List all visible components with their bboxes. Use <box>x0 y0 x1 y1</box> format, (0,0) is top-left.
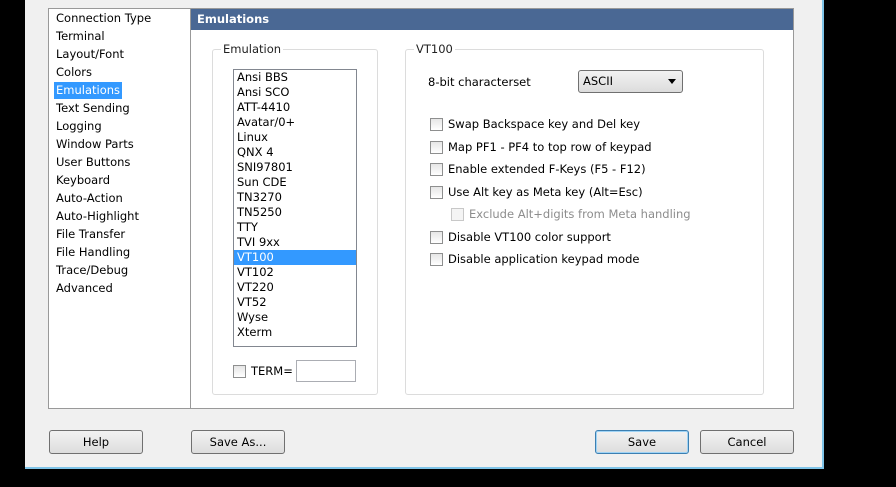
help-button[interactable]: Help <box>49 430 143 454</box>
option-label: Swap Backspace key and Del key <box>448 117 641 131</box>
nav-item[interactable]: Trace/Debug <box>54 262 130 279</box>
option-label: Enable extended F-Keys (F5 - F12) <box>448 162 646 176</box>
nav-item[interactable]: Window Parts <box>54 136 136 153</box>
option-checkbox[interactable]: Disable application keypad mode <box>430 252 639 266</box>
option-label: Map PF1 - PF4 to top row of keypad <box>448 140 652 154</box>
checkbox-box[interactable] <box>430 163 443 176</box>
charset-label: 8-bit characterset <box>428 75 531 89</box>
option-checkbox[interactable]: Enable extended F-Keys (F5 - F12) <box>430 162 646 176</box>
checkbox-box[interactable] <box>430 186 443 199</box>
emulation-item[interactable]: ATT-4410 <box>234 100 356 115</box>
emulation-item[interactable]: VT220 <box>234 280 356 295</box>
emulation-item[interactable]: Wyse <box>234 310 356 325</box>
checkbox-box[interactable] <box>430 231 443 244</box>
option-checkbox[interactable]: Map PF1 - PF4 to top row of keypad <box>430 140 652 154</box>
emulation-item[interactable]: VT52 <box>234 295 356 310</box>
emulation-item[interactable]: SNI97801 <box>234 160 356 175</box>
option-checkbox[interactable]: Disable VT100 color support <box>430 230 611 244</box>
emulation-item[interactable]: TN5250 <box>234 205 356 220</box>
emulation-item[interactable]: Ansi BBS <box>234 70 356 85</box>
term-input[interactable] <box>296 360 356 382</box>
chevron-down-icon <box>668 79 676 84</box>
emulation-item[interactable]: TN3270 <box>234 190 356 205</box>
session-settings-dialog: Connection Type Terminal Layout/Font Colors… <box>25 0 824 469</box>
vt100-group: VT100 8-bit characterset ASCII Swap Back… <box>405 42 764 395</box>
nav-item[interactable]: Text Sending <box>54 100 132 117</box>
emulation-item[interactable]: Ansi SCO <box>234 85 356 100</box>
option-label: Exclude Alt+digits from Meta handling <box>469 207 691 221</box>
nav-item[interactable]: Advanced <box>54 280 115 297</box>
category-list[interactable]: Connection Type Terminal Layout/Font Colors… <box>48 8 191 409</box>
nav-item[interactable]: Terminal <box>54 28 107 45</box>
emulation-item[interactable]: Sun CDE <box>234 175 356 190</box>
nav-item[interactable]: Layout/Font <box>54 46 126 63</box>
charset-select[interactable]: ASCII <box>578 70 683 93</box>
nav-item[interactable]: File Transfer <box>54 226 127 243</box>
panel-title: Emulations <box>191 9 793 30</box>
cancel-button[interactable]: Cancel <box>700 430 794 454</box>
emulation-item[interactable]: QNX 4 <box>234 145 356 160</box>
option-checkbox[interactable]: Use Alt key as Meta key (Alt=Esc) <box>430 185 643 199</box>
vt100-group-label: VT100 <box>414 42 455 56</box>
emulation-item[interactable]: Avatar/0+ <box>234 115 356 130</box>
nav-item[interactable]: User Buttons <box>54 154 132 171</box>
emulation-listbox[interactable]: Ansi BBS Ansi SCO ATT-4410 Avatar/0+ Linux QN… <box>233 69 357 347</box>
term-label: TERM= <box>251 364 293 378</box>
checkbox-box[interactable] <box>233 365 246 378</box>
nav-item[interactable]: Keyboard <box>54 172 112 189</box>
settings-panel: Emulations Emulation Ansi BBS Ansi SCO ATT… <box>191 8 794 409</box>
nav-item[interactable]: Colors <box>54 64 94 81</box>
nav-item[interactable]: Auto-Action <box>54 190 125 207</box>
checkbox-box[interactable] <box>430 118 443 131</box>
checkbox-box[interactable] <box>430 253 443 266</box>
emulation-item[interactable]: Xterm <box>234 325 356 340</box>
save-as-button[interactable]: Save As... <box>191 430 285 454</box>
emulation-item[interactable]: Linux <box>234 130 356 145</box>
checkbox-box[interactable] <box>430 141 443 154</box>
option-label: Use Alt key as Meta key (Alt=Esc) <box>448 185 643 199</box>
nav-item[interactable]: Emulations <box>54 82 123 99</box>
charset-value: ASCII <box>583 74 613 88</box>
nav-item[interactable]: Logging <box>54 118 104 135</box>
nav-item[interactable]: Auto-Highlight <box>54 208 141 225</box>
option-checkbox[interactable]: Swap Backspace key and Del key <box>430 117 640 131</box>
save-button[interactable]: Save <box>595 430 689 454</box>
emulation-group: Emulation Ansi BBS Ansi SCO ATT-4410 Avatar… <box>212 42 378 395</box>
emulation-item[interactable]: TVI 9xx <box>234 235 356 250</box>
nav-item[interactable]: Connection Type <box>54 10 153 27</box>
emulation-item[interactable]: TTY <box>234 220 356 235</box>
emulation-item[interactable]: VT100 <box>234 250 356 265</box>
option-label: Disable VT100 color support <box>448 230 611 244</box>
option-checkbox: Exclude Alt+digits from Meta handling <box>451 207 691 221</box>
checkbox-box <box>451 208 464 221</box>
emulation-item[interactable]: VT102 <box>234 265 356 280</box>
nav-item[interactable]: File Handling <box>54 244 132 261</box>
option-label: Disable application keypad mode <box>448 252 640 266</box>
term-checkbox[interactable]: TERM= <box>233 364 293 378</box>
emulation-group-label: Emulation <box>221 42 284 56</box>
